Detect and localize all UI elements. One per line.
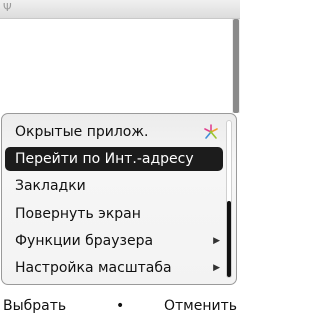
menu-item-label: Повернуть экран	[15, 206, 141, 222]
cancel-softkey[interactable]: Отменить	[164, 293, 237, 320]
menu-scrollbar[interactable]	[226, 120, 232, 278]
middle-softkey[interactable]: •	[116, 293, 124, 320]
menu-item-open-apps[interactable]: Окрытые прилож.	[5, 120, 223, 144]
menu-item-go-to-address[interactable]: Перейти по Инт.-адресу	[5, 147, 223, 171]
select-softkey[interactable]: Выбрать	[3, 293, 66, 320]
menu-item-label: Окрытые прилож.	[15, 124, 149, 140]
options-menu: Окрытые прилож. Перейти по Инт.-адресу З…	[1, 113, 237, 285]
multitask-star-icon	[204, 124, 218, 139]
menu-item-label: Закладки	[15, 178, 86, 194]
browser-page-area[interactable]	[0, 19, 232, 113]
page-scrollbar-thumb[interactable]	[233, 19, 239, 113]
menu-item-label: Функции браузера	[15, 233, 154, 249]
signal-icon: Ψ	[3, 1, 12, 14]
menu-scrollbar-thumb[interactable]	[227, 201, 231, 277]
submenu-arrow-icon: ▶	[213, 236, 220, 246]
submenu-arrow-icon: ▶	[213, 263, 220, 273]
softkey-bar: Выбрать • Отменить	[0, 293, 240, 320]
menu-item-zoom-settings[interactable]: Настройка масштаба ▶	[5, 256, 223, 280]
menu-item-label: Перейти по Инт.-адресу	[15, 151, 194, 167]
menu-item-label: Настройка масштаба	[15, 260, 172, 276]
status-bar: Ψ	[0, 0, 240, 19]
menu-item-rotate-screen[interactable]: Повернуть экран	[5, 202, 223, 226]
page-scrollbar[interactable]	[232, 19, 240, 113]
menu-item-bookmarks[interactable]: Закладки	[5, 174, 223, 198]
menu-item-browser-functions[interactable]: Функции браузера ▶	[5, 229, 223, 253]
